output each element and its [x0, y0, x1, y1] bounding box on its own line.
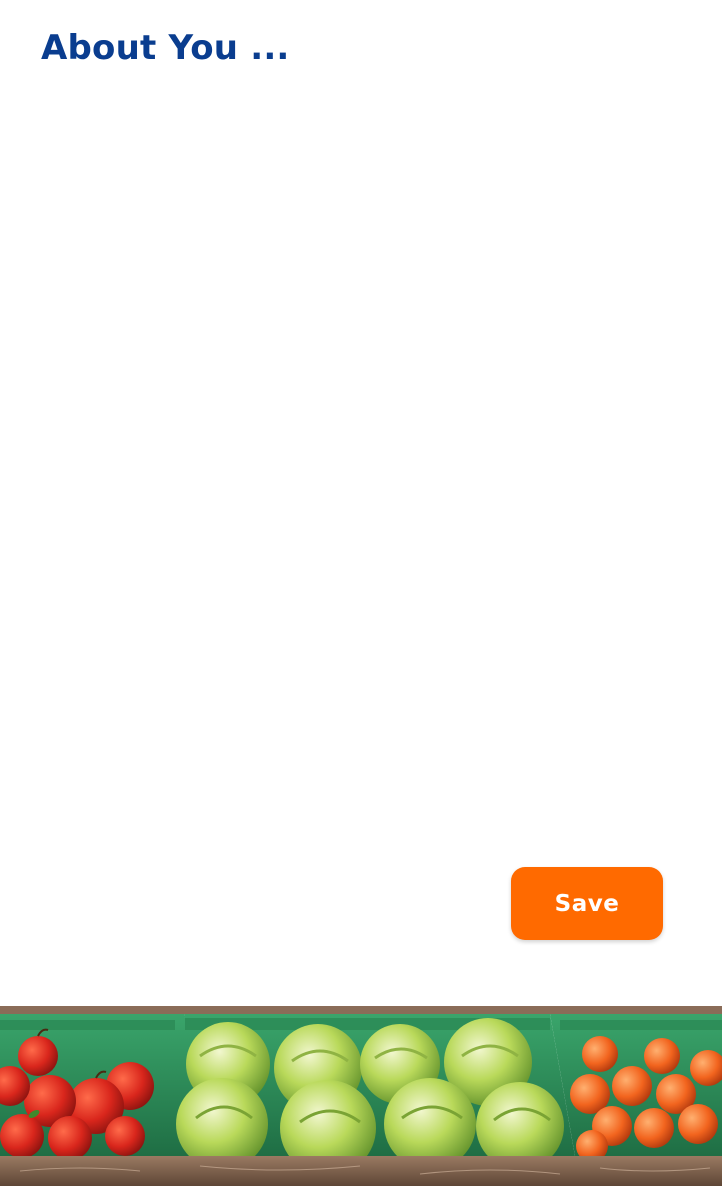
produce-stand-graphic: [0, 1006, 722, 1186]
produce-stand-illustration: [0, 1006, 722, 1186]
save-button[interactable]: Save: [511, 867, 663, 940]
shelf-front: [0, 1156, 722, 1186]
page-title: About You ...: [41, 28, 290, 68]
shelf-top-edge: [0, 1006, 722, 1014]
